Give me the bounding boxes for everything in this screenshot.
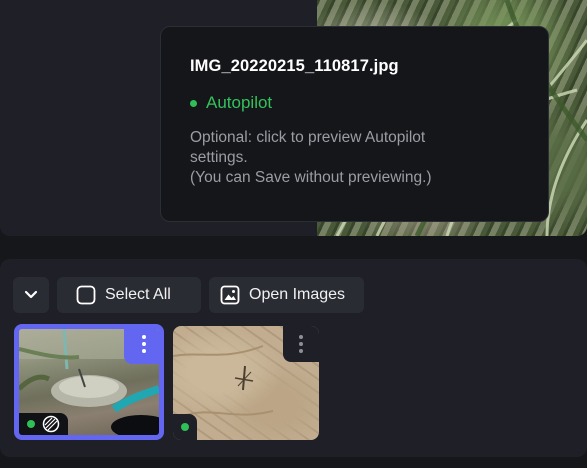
thumbnail-image bbox=[173, 326, 319, 440]
autopilot-badge-icon bbox=[42, 415, 60, 433]
tooltip-filename: IMG_20220215_110817.jpg bbox=[190, 57, 399, 75]
select-all-label: Select All bbox=[105, 286, 171, 303]
thumbnail-status-badge bbox=[173, 414, 197, 440]
green-dot-icon bbox=[27, 420, 35, 428]
green-dot-icon bbox=[181, 423, 189, 431]
kebab-dot bbox=[142, 349, 146, 353]
thumbnail-status-badge bbox=[19, 413, 68, 435]
image-strip-panel: Select All Open Images bbox=[0, 259, 587, 457]
kebab-dot bbox=[142, 342, 146, 346]
tooltip-description: Optional: click to preview Autopilot set… bbox=[190, 128, 519, 188]
tooltip-status-label: Autopilot bbox=[206, 93, 273, 112]
image-icon bbox=[220, 285, 240, 305]
tooltip-description-line: Optional: click to preview Autopilot bbox=[190, 129, 426, 146]
image-preview-panel: IMG_20220215_110817.jpg Autopilot Option… bbox=[0, 0, 587, 236]
image-strip-toolbar: Select All Open Images bbox=[13, 277, 364, 313]
thumbnail-menu-button[interactable] bbox=[124, 329, 159, 364]
open-images-button[interactable]: Open Images bbox=[209, 277, 364, 313]
kebab-dot bbox=[299, 335, 303, 339]
image-thumbnail[interactable] bbox=[173, 326, 319, 440]
open-images-label: Open Images bbox=[249, 286, 346, 303]
checkbox-icon bbox=[76, 285, 96, 305]
image-thumbnail-selected[interactable] bbox=[14, 324, 164, 440]
select-all-button[interactable]: Select All bbox=[57, 277, 201, 313]
green-dot-icon bbox=[190, 99, 197, 107]
kebab-dot bbox=[142, 335, 146, 339]
kebab-dot bbox=[299, 342, 303, 346]
collapse-button[interactable] bbox=[13, 277, 49, 313]
chevron-down-icon bbox=[24, 290, 38, 299]
thumbnail-image bbox=[19, 329, 159, 435]
kebab-dot bbox=[299, 349, 303, 353]
tooltip-description-line: (You can Save without previewing.) bbox=[190, 169, 432, 186]
tooltip-description-line: settings. bbox=[190, 149, 248, 166]
tooltip-status: Autopilot bbox=[190, 93, 519, 113]
image-info-tooltip: IMG_20220215_110817.jpg Autopilot Option… bbox=[160, 26, 549, 222]
thumbnail-menu-button[interactable] bbox=[283, 326, 319, 362]
